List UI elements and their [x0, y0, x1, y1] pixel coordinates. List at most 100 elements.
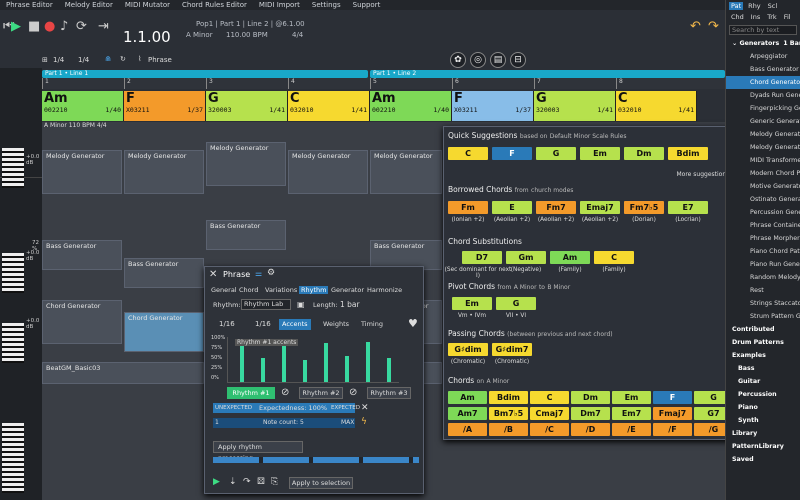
chord-suggestion-button[interactable]: /D: [571, 423, 610, 436]
chord-suggestion-button[interactable]: E7: [668, 201, 708, 214]
generator-item[interactable]: Bass Generator: [726, 63, 800, 76]
chord-block[interactable]: F X03211 1/37: [452, 91, 534, 121]
chord-suggestion-button[interactable]: Fm: [448, 201, 488, 214]
clip-bass[interactable]: Bass Generator: [124, 258, 204, 288]
accent-bar[interactable]: [345, 355, 349, 382]
phrase-grid-1[interactable]: 1/16: [219, 320, 235, 328]
generator-item[interactable]: Strings Staccato G: [726, 297, 800, 310]
timing-tab[interactable]: Timing: [361, 320, 383, 328]
expectedness-slider[interactable]: UNEXPECTED Expectedness: 100% EXPECTED: [213, 403, 360, 413]
menu-melody-editor[interactable]: Melody Editor: [65, 1, 113, 9]
undo-icon[interactable]: ↶: [690, 20, 701, 34]
chord-suggestion-button[interactable]: G♯dim7: [492, 343, 532, 356]
chord-suggestion-button[interactable]: /F: [653, 423, 692, 436]
phrase-tab[interactable]: Chord: [237, 286, 260, 294]
chord-suggestion-button[interactable]: C: [530, 391, 569, 404]
mute-rhythm-1-icon[interactable]: ⊘: [281, 387, 289, 398]
tree-group[interactable]: Bass: [726, 362, 800, 375]
clip-bass[interactable]: Bass Generator: [42, 240, 122, 270]
lightning-icon[interactable]: ϟ: [361, 417, 367, 427]
chord-voicing-pos[interactable]: 1/41: [351, 106, 367, 114]
rules-name[interactable]: Default Minor Scale Rules: [550, 133, 627, 140]
generator-item[interactable]: Rest: [726, 284, 800, 297]
play-icon[interactable]: ▶: [11, 20, 21, 34]
tree-group[interactable]: Saved: [726, 453, 800, 466]
keyboard-icon[interactable]: ▤: [490, 52, 506, 68]
clear-icon[interactable]: ✕: [361, 403, 369, 413]
accents-tab[interactable]: Accents: [279, 319, 311, 330]
magnet-icon[interactable]: ⋒: [105, 55, 111, 63]
tree-section-generators[interactable]: ⌄ Generators1 Bar: [726, 37, 800, 50]
generator-item[interactable]: Piano Run Generator: [726, 258, 800, 271]
tree-group[interactable]: Contributed: [726, 323, 800, 336]
clip-chord[interactable]: Chord Generator: [42, 300, 122, 344]
generator-item[interactable]: Piano Chord Pattern: [726, 245, 800, 258]
redo-icon[interactable]: ↷: [708, 20, 719, 34]
accent-bar[interactable]: [240, 341, 244, 382]
gear-icon[interactable]: ⚙: [267, 268, 275, 278]
clip-beat[interactable]: [422, 362, 442, 384]
clip-melody[interactable]: Melody Generator: [42, 150, 122, 194]
chord-voicing-pos[interactable]: 1/40: [105, 106, 121, 114]
grid-icon[interactable]: ⊞: [42, 56, 48, 64]
tree-group[interactable]: Drum Patterns: [726, 336, 800, 349]
loop-icon[interactable]: ⟳: [76, 20, 87, 34]
pivot-key-a[interactable]: A Minor: [514, 284, 537, 291]
menu-settings[interactable]: Settings: [312, 1, 341, 9]
chord-voicing-pos[interactable]: 1/41: [269, 106, 285, 114]
generator-item[interactable]: Modern Chord Pat: [726, 167, 800, 180]
phrase-tab[interactable]: General: [209, 286, 239, 294]
chord-suggestion-button[interactable]: Fm7♭5: [624, 201, 664, 214]
chord-suggestion-button[interactable]: F: [653, 391, 692, 404]
part-label-1[interactable]: Part 1 • Line 1: [42, 70, 368, 78]
chord-suggestion-button[interactable]: G: [496, 297, 536, 310]
rhythm-2-button[interactable]: Rhythm #2: [299, 387, 343, 399]
generator-item[interactable]: Dyads Run Generator: [726, 89, 800, 102]
generator-item[interactable]: Melody Generator: [726, 141, 800, 154]
stop-icon[interactable]: ■: [28, 20, 40, 34]
menu-midi-import[interactable]: MIDI Import: [259, 1, 300, 9]
chord-voicing-pos[interactable]: 1/40: [433, 106, 449, 114]
chord-voicing-pos[interactable]: 1/41: [678, 106, 694, 114]
palette-wheel-icon[interactable]: ◎: [470, 52, 486, 68]
chord-suggestion-button[interactable]: /E: [612, 423, 651, 436]
tree-group[interactable]: PatternLibrary: [726, 440, 800, 453]
clip-melody[interactable]: Melody Generator: [288, 150, 368, 194]
browser-tab[interactable]: Trk: [765, 13, 778, 21]
accent-bar[interactable]: [261, 357, 265, 382]
grid-value-1[interactable]: 1/4: [53, 56, 64, 64]
chord-suggestion-button[interactable]: Fmaj7: [653, 407, 692, 420]
track-level-1[interactable]: +0.0 dB: [26, 154, 42, 166]
clip-melody[interactable]: Melody Generator: [124, 150, 204, 194]
position-display[interactable]: 1.1.00: [123, 28, 171, 46]
note-count-slider[interactable]: 1 Note count: 5 MAX: [213, 418, 355, 428]
chord-block[interactable]: Am 002210 1/40: [370, 91, 452, 121]
chord-suggestion-button[interactable]: C: [594, 251, 634, 264]
generator-item[interactable]: Percussion Generator: [726, 206, 800, 219]
generator-item[interactable]: Strum Pattern Gen: [726, 310, 800, 323]
generator-item[interactable]: Arpeggiator: [726, 50, 800, 63]
chord-voicing-pos[interactable]: 1/37: [187, 106, 203, 114]
chord-block[interactable]: F X03211 1/37: [124, 91, 206, 121]
rhythm-1-button[interactable]: Rhythm #1: [227, 387, 275, 399]
generator-item[interactable]: Fingerpicking Generator: [726, 102, 800, 115]
play-phrase-icon[interactable]: ▶: [213, 477, 220, 487]
chord-suggestion-button[interactable]: Cmaj7: [530, 407, 569, 420]
weights-tab[interactable]: Weights: [323, 320, 349, 328]
timeline-ruler[interactable]: Part 1 • Line 1 Part 1 • Line 2 1 2 3 4 …: [42, 70, 725, 89]
apply-selection-button[interactable]: Apply to selection: [289, 477, 353, 489]
clip-melody[interactable]: Melody Generator: [370, 150, 442, 194]
part-label-2[interactable]: Part 1 • Line 2: [370, 70, 725, 78]
loop-region-icon[interactable]: ↻: [120, 55, 126, 63]
browser-tab[interactable]: Ins: [749, 13, 762, 21]
chord-suggestion-button[interactable]: Em: [452, 297, 492, 310]
generator-item[interactable]: MIDI Transformer: [726, 154, 800, 167]
rhythm-3-button[interactable]: Rhythm #3: [367, 387, 411, 399]
phrase-label[interactable]: Phrase: [148, 56, 172, 64]
accent-bar[interactable]: [324, 343, 328, 382]
clip-melody[interactable]: Melody Generator: [206, 142, 286, 186]
chord-voicing-pos[interactable]: 1/41: [597, 106, 613, 114]
count-in-icon[interactable]: ⇥: [98, 20, 109, 34]
clip-beat[interactable]: BeatGM_Basic03: [42, 362, 204, 384]
mixer-icon[interactable]: ⊟: [510, 52, 526, 68]
